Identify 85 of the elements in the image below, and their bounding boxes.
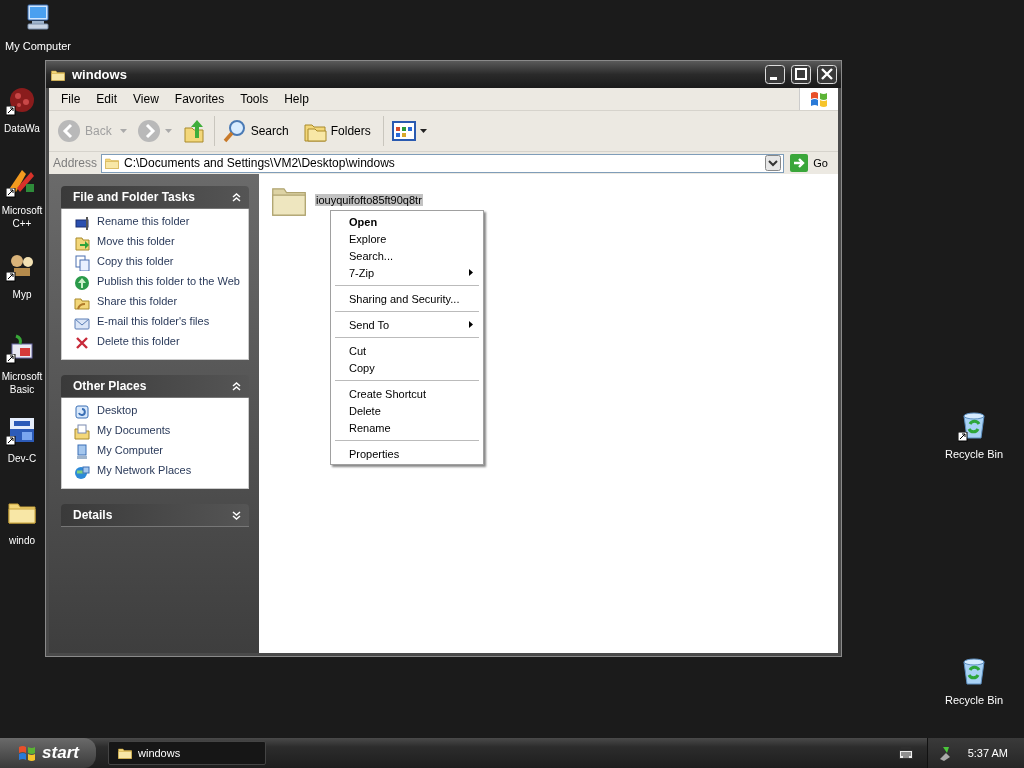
start-button[interactable]: start [0,738,96,768]
panel-header[interactable]: Details [61,504,249,527]
envelope-icon [74,315,90,331]
task-link[interactable]: E-mail this folder's files [97,315,210,328]
menu-item[interactable]: 7-Zip [333,264,481,281]
documents-icon [74,424,90,440]
folders-button[interactable]: Folders [298,116,379,146]
task-link[interactable]: My Computer [97,444,164,457]
task-link[interactable]: Publish this folder to the Web [97,275,240,288]
caret-icon [164,129,172,133]
computer-icon [74,444,90,460]
clock[interactable]: 5:37 AM [967,747,1008,759]
menu-item[interactable]: Delete [333,402,481,419]
windows-flag-icon [809,89,829,109]
globe-icon [74,275,90,291]
task-link[interactable]: Share this folder [97,295,178,308]
shortcut-arrow-icon [6,188,16,198]
shortcut-arrow-icon [6,106,16,116]
icon-label[interactable]: windo [0,534,44,547]
views-icon [391,119,416,143]
copy-icon [74,255,90,271]
network-icon [74,464,90,480]
taskbar-button[interactable]: windows [108,741,266,765]
keyboard-icon[interactable] [898,747,913,759]
menu-item[interactable]: Open [333,213,481,230]
menu-item[interactable]: Sharing and Security... [333,290,481,307]
menu-item[interactable]: Cut [333,342,481,359]
icon-label[interactable]: Recycle Bin [940,694,1008,707]
task-link[interactable]: Copy this folder [97,255,174,268]
caret-icon [119,129,127,133]
search-button[interactable]: Search [218,116,297,146]
move-icon [74,235,90,251]
go-button[interactable]: Go [788,154,834,172]
menu-item[interactable]: Favorites [166,92,233,106]
menu-item[interactable]: View [125,92,167,106]
panel-header[interactable]: Other Places [61,375,249,398]
shortcut-arrow-icon [6,272,16,282]
close-button[interactable] [817,65,837,84]
task-link[interactable]: Delete this folder [97,335,180,348]
menu-item[interactable]: Explore [333,230,481,247]
task-link[interactable]: My Network Places [97,464,192,477]
icon-label[interactable]: DataWa [0,122,44,135]
maximize-button[interactable] [791,65,811,84]
icon-label[interactable]: Dev-C [0,452,44,465]
task-link[interactable]: My Documents [97,424,171,437]
icon-label[interactable]: Myp [0,288,44,301]
menu-item[interactable]: Search... [333,247,481,264]
delete-icon [74,335,90,351]
menu-item[interactable]: Properties [333,445,481,462]
caret-icon [419,129,427,133]
menu-item[interactable]: Help [276,92,317,106]
window-title: windows [72,67,127,82]
menu-item[interactable]: Tools [232,92,277,106]
icon-label[interactable]: My Computer [0,40,76,53]
shortcut-arrow-icon [958,432,968,442]
menu-item[interactable]: Send To [333,316,481,333]
submenu-arrow-icon [469,269,473,276]
folder-name[interactable]: iouyquifofto85ft90q8tr [315,194,423,206]
menu-item[interactable]: File [53,92,89,106]
windows-flag-icon [17,743,38,763]
rename-icon [74,215,90,231]
icon-label[interactable]: Recycle Bin [940,448,1008,461]
shortcut-arrow-icon [6,354,16,364]
folder-up-icon [181,119,206,143]
minimize-button[interactable] [765,65,785,84]
icon-label[interactable]: Microsoft C++ [0,204,44,230]
task-link[interactable]: Rename this folder [97,215,190,228]
address-label: Address [53,156,98,170]
share-folder-icon [74,295,90,311]
menu-item[interactable]: Create Shortcut [333,385,481,402]
address-field[interactable]: C:\Documents and Settings\VM2\Desktop\windows [101,153,785,173]
panel-header[interactable]: File and Folder Tasks [61,186,249,209]
task-link[interactable]: Move this folder [97,235,175,248]
menu-item[interactable]: Copy [333,359,481,376]
shortcut-arrow-icon [6,436,16,446]
desktop-icon [74,404,90,420]
submenu-arrow-icon [469,321,473,328]
search-icon [222,119,247,143]
menu-item[interactable]: Edit [88,92,126,106]
dropdown-button[interactable] [765,155,782,171]
task-link[interactable]: Desktop [97,404,138,417]
folder-icon [117,745,133,761]
menu-item[interactable]: Rename [333,419,481,436]
icon-label[interactable]: Microsoft Basic [0,370,44,396]
folder-icon [104,155,121,171]
